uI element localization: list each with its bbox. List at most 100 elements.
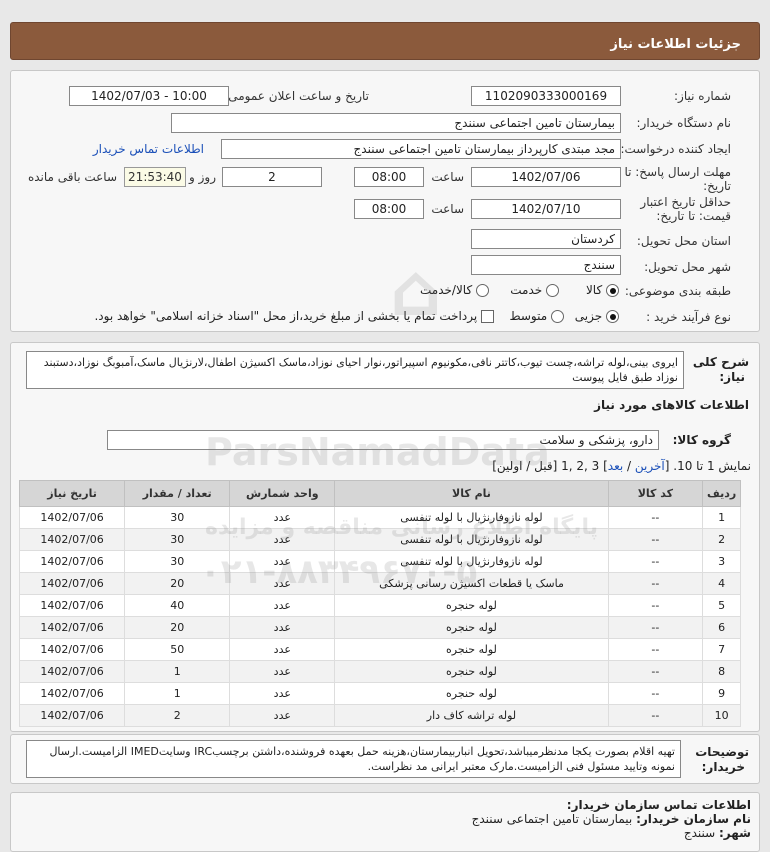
cell-row: 8 <box>702 660 741 683</box>
table-row: 10 -- لوله تراشه کاف دار عدد 2 1402/07/06 <box>18 704 741 727</box>
cell-date: 1402/07/06 <box>18 704 126 727</box>
process-option-minor[interactable]: جزیی <box>575 309 619 323</box>
contact-org-value: بیمارستان تامین اجتماعی سنندج <box>471 812 633 826</box>
contact-city-label: شهر: <box>719 826 751 840</box>
cell-unit: عدد <box>229 550 336 573</box>
cell-date: 1402/07/06 <box>18 506 126 529</box>
cell-date: 1402/07/06 <box>18 572 126 595</box>
deadline-time-field: 08:00 <box>354 167 424 187</box>
deadline-label: مهلت ارسال پاسخ: تا <box>624 165 731 179</box>
cell-code: -- <box>607 506 704 529</box>
cell-row: 2 <box>702 528 741 551</box>
radio-selected-icon[interactable] <box>606 284 619 297</box>
buyer-org-field: بیمارستان تامین اجتماعی سنندج <box>171 113 621 133</box>
need-number-field: 1102090333000169 <box>471 86 621 106</box>
summary-label-2: نیاز: <box>719 370 745 384</box>
pager: نمایش 1 تا 10. [آخرین / بعد] 3 ,2 ,1 [قب… <box>492 459 751 473</box>
table-row: 6 -- لوله حنجره عدد 20 1402/07/06 <box>18 616 741 639</box>
cell-name: لوله حنجره <box>334 638 609 661</box>
city-field: سنندج <box>471 255 621 275</box>
cell-row: 1 <box>702 506 741 529</box>
page-header: جزئیات اطلاعات نیاز <box>10 22 760 60</box>
cell-row: 7 <box>702 638 741 661</box>
cell-row: 9 <box>702 682 741 705</box>
items-table: ردیف کد کالا نام کالا واحد شمارش تعداد /… <box>18 480 741 727</box>
validity-date-field: 1402/07/10 <box>471 199 621 219</box>
category-option-goods-service[interactable]: کالا/خدمت <box>420 283 489 297</box>
cell-name: لوله نازوفارنژیال با لوله تنفسی <box>334 528 609 551</box>
pager-last-link[interactable]: آخرین <box>635 459 665 473</box>
deadline-time-label: ساعت <box>431 170 464 184</box>
cell-qty: 50 <box>124 638 231 661</box>
page-title: جزئیات اطلاعات نیاز <box>610 37 741 52</box>
notes-label: توضیحات <box>695 745 749 759</box>
category-option-service[interactable]: خدمت <box>510 283 559 297</box>
buyer-contact-link[interactable]: اطلاعات تماس خریدار <box>93 142 204 156</box>
cell-qty: 1 <box>124 660 231 683</box>
cell-unit: عدد <box>229 616 336 639</box>
cell-date: 1402/07/06 <box>18 638 126 661</box>
remaining-time-field: 21:53:40 <box>124 167 186 187</box>
notes-label-2: خریدار: <box>701 760 745 774</box>
creator-label: ایجاد کننده درخواست: <box>620 142 731 156</box>
deadline-label-date: تاریخ: <box>703 179 731 193</box>
cell-unit: عدد <box>229 660 336 683</box>
cell-name: لوله نازوفارنژیال با لوله تنفسی <box>334 550 609 573</box>
cell-name: لوله حنجره <box>334 682 609 705</box>
remaining-label: ساعت باقی مانده <box>27 170 117 184</box>
cell-name: لوله حنجره <box>334 660 609 683</box>
contact-city-row: شهر: سنندج <box>684 826 751 840</box>
validity-time-field: 08:00 <box>354 199 424 219</box>
city-label: شهر محل تحویل: <box>644 260 731 274</box>
treasury-payment-option[interactable]: پرداخت تمام یا بخشی از مبلغ خرید،از محل … <box>94 309 494 323</box>
contact-city-value: سنندج <box>683 826 716 840</box>
days-remaining-field: 2 <box>222 167 322 187</box>
table-row: 7 -- لوله حنجره عدد 50 1402/07/06 <box>18 638 741 661</box>
cell-name: لوله نازوفارنژیال با لوله تنفسی <box>334 506 609 529</box>
col-code: کد کالا <box>607 480 704 507</box>
col-row: ردیف <box>702 480 741 507</box>
buyer-org-label: نام دستگاه خریدار: <box>636 116 732 130</box>
col-name: نام کالا <box>334 480 609 507</box>
contact-title: اطلاعات تماس سازمان خریدار: <box>566 798 751 812</box>
cell-code: -- <box>607 594 704 617</box>
radio-icon[interactable] <box>551 310 564 323</box>
cell-code: -- <box>607 572 704 595</box>
cell-unit: عدد <box>229 682 336 705</box>
table-row: 1 -- لوله نازوفارنژیال با لوله تنفسی عدد 30 1… <box>18 506 741 529</box>
cell-date: 1402/07/06 <box>18 616 126 639</box>
validity-label: حداقل تاریخ اعتبار <box>640 195 731 209</box>
contact-org-row: نام سازمان خریدار: بیمارستان تامین اجتما… <box>472 812 751 826</box>
cell-row: 4 <box>702 572 741 595</box>
radio-selected-icon[interactable] <box>606 310 619 323</box>
pager-pages: ] 3 ,2 ,1 [قبل / اولین] <box>492 459 608 473</box>
cell-name: لوله حنجره <box>334 616 609 639</box>
goods-group-field: دارو، پزشکی و سلامت <box>107 430 659 450</box>
buyer-notes-section: توضیحات خریدار: تهیه اقلام بصورت یکجا مد… <box>10 734 760 784</box>
cell-code: -- <box>607 616 704 639</box>
pager-next-link[interactable]: بعد <box>608 459 623 473</box>
table-row: 3 -- لوله نازوفارنژیال با لوله تنفسی عدد 30 1… <box>18 550 741 573</box>
cell-unit: عدد <box>229 572 336 595</box>
cell-qty: 30 <box>124 550 231 573</box>
cell-row: 6 <box>702 616 741 639</box>
cell-qty: 20 <box>124 572 231 595</box>
col-date: تاریخ نیاز <box>18 480 126 507</box>
cell-unit: عدد <box>229 704 336 727</box>
cell-code: -- <box>607 704 704 727</box>
radio-icon[interactable] <box>476 284 489 297</box>
cell-qty: 30 <box>124 528 231 551</box>
process-option-medium[interactable]: متوسط <box>509 309 564 323</box>
col-unit: واحد شمارش <box>229 480 336 507</box>
cell-date: 1402/07/06 <box>18 660 126 683</box>
cell-unit: عدد <box>229 594 336 617</box>
table-row: 2 -- لوله نازوفارنژیال با لوله تنفسی عدد 30 1… <box>18 528 741 551</box>
cell-qty: 30 <box>124 506 231 529</box>
category-option-goods[interactable]: کالا <box>586 283 619 297</box>
cell-qty: 40 <box>124 594 231 617</box>
checkbox-icon[interactable] <box>481 310 494 323</box>
cell-name: ماسک یا قطعات اکسیژن رسانی پزشکی <box>334 572 609 595</box>
process-label: نوع فرآیند خرید : <box>646 310 731 324</box>
radio-icon[interactable] <box>546 284 559 297</box>
notes-text: تهیه اقلام بصورت یکجا مدنظرمیباشد،تحویل … <box>26 740 681 778</box>
